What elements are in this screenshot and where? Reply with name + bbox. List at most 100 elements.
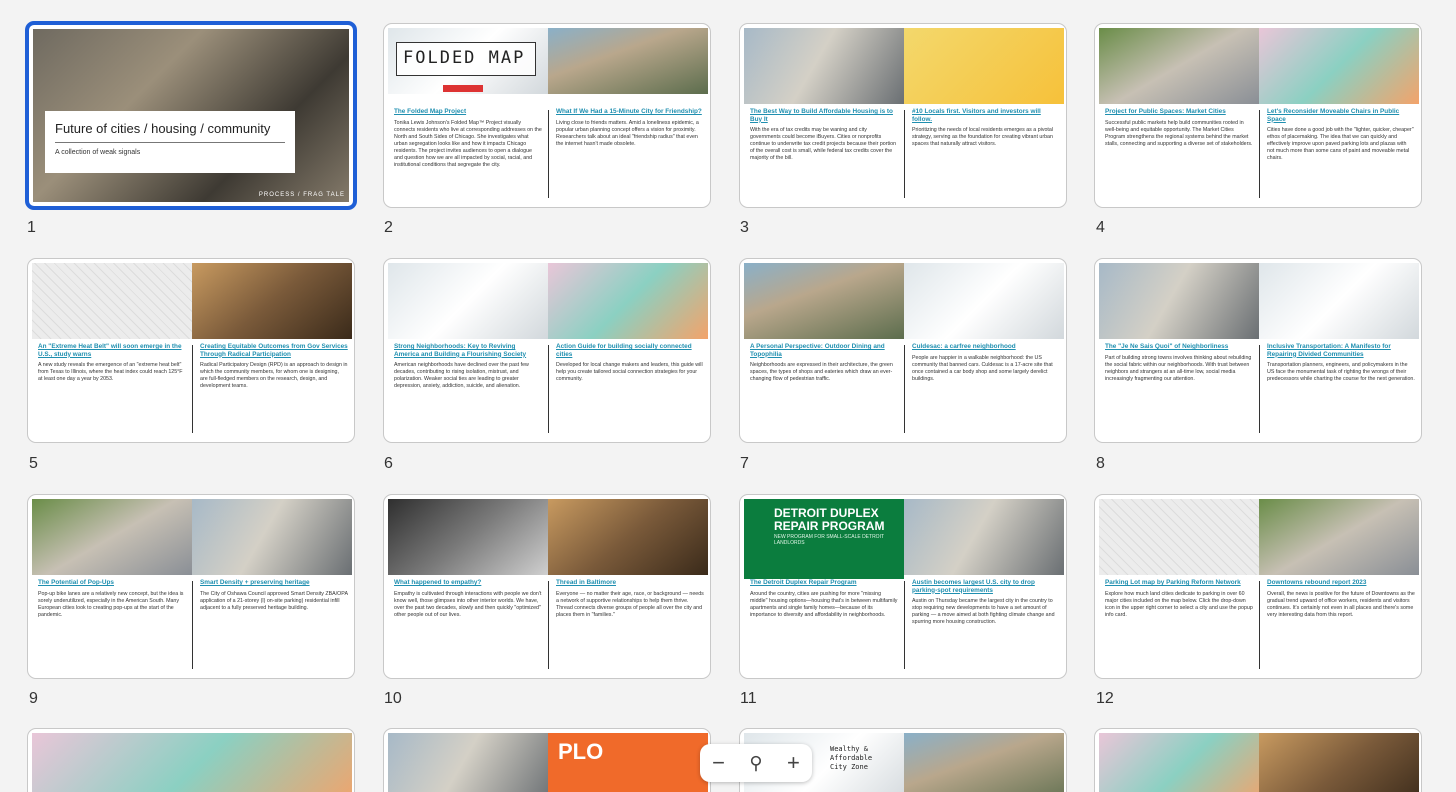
slide-5-right-body: Radical Participatory Design (RPD) is an… [200,362,348,390]
slide-9-right-title[interactable]: Smart Density + preserving heritage [200,579,348,587]
slide-7-image-right [904,263,1064,339]
slide-thumbnail-3[interactable]: The Best Way to Build Affordable Housing… [739,23,1067,208]
slide-thumbnail-14[interactable]: PLO [383,728,711,792]
slide-4-image-left [1099,28,1259,104]
zoom-out-icon[interactable]: − [712,750,725,776]
slide-9-right-body: The City of Oshawa Council approved Smar… [200,590,348,611]
slide-thumbnail-10[interactable]: What happened to empathy? Empathy is cul… [383,494,711,679]
folded-map-banner: FOLDED MAP [396,42,536,92]
slide-number-4: 4 [1096,219,1105,236]
slide-4-right-title[interactable]: Let's Reconsider Moveable Chairs in Publ… [1267,108,1415,123]
slide-5-left-title[interactable]: An "Extreme Heat Belt" will soon emerge … [38,343,186,358]
slide-thumbnail-11[interactable]: DETROIT DUPLEX REPAIR PROGRAM NEW PROGRA… [739,494,1067,679]
slide-3-image-right [904,28,1064,104]
slide-thumbnail-16[interactable] [1094,728,1422,792]
slide-5-left-caption: An "Extreme Heat Belt" will soon emerge … [38,343,186,435]
slide-2-left-body: Tonika Lewis Johnson's Folded Map™ Proje… [394,119,542,168]
slide-2-left-caption: The Folded Map Project Tonika Lewis John… [394,108,542,200]
slide-number-5: 5 [29,455,38,472]
slide-6-chart-image [388,263,548,339]
caption-divider [904,581,905,669]
slide-10-left-title[interactable]: What happened to empathy? [394,579,542,587]
slide-7-right-body: People are happier in a walkable neighbo… [912,354,1053,382]
slide-4-left-body: Successful public markets help build com… [1105,119,1253,147]
slide-9-left-caption: The Potential of Pop-Ups Pop-up bike lan… [38,579,186,671]
slide-2-right-title[interactable]: What If We Had a 15-Minute City for Frie… [556,108,704,116]
slide-11-right-caption: Austin becomes largest U.S. city to drop… [912,579,1060,671]
slide-14-label-fragment: PLO [558,739,604,764]
caption-divider [548,581,549,669]
slide-thumbnail-2[interactable]: FOLDED MAP The Folded Map Project Tonika… [383,23,711,208]
slide-number-8: 8 [1096,455,1105,472]
slide-thumbnail-1[interactable]: Future of cities / housing / community A… [25,21,357,210]
slide-10-right-body: Everyone — no matter their age, race, or… [556,590,704,618]
slide-thumbnail-7[interactable]: A Personal Perspective: Outdoor Dining a… [739,258,1067,443]
slide-11-right-body: Austin on Thursday became the largest ci… [912,598,1055,626]
slide-10-right-caption: Thread in Baltimore Everyone — no matter… [556,579,704,671]
slide-3-left-caption: The Best Way to Build Affordable Housing… [750,108,898,200]
slide-6-right-title[interactable]: Action Guide for building socially conne… [556,343,704,358]
slide-grid: Future of cities / housing / community A… [0,0,1456,792]
zoom-in-icon[interactable]: + [787,750,800,776]
slide-thumbnail-4[interactable]: Project for Public Spaces: Market Cities… [1094,23,1422,208]
slide-number-9: 9 [29,690,38,707]
slide-7-left-caption: A Personal Perspective: Outdoor Dining a… [750,343,898,435]
slide-4-right-body: Cities have done a good job with the "li… [1267,127,1414,162]
slide-5-right-caption: Creating Equitable Outcomes from Gov Ser… [200,343,348,435]
slide-9-left-title[interactable]: The Potential of Pop-Ups [38,579,186,587]
slide-3-left-title[interactable]: The Best Way to Build Affordable Housing… [750,108,898,123]
slide-number-11: 11 [740,690,757,707]
caption-divider [904,345,905,433]
slide-thumbnail-12[interactable]: Parking Lot map by Parking Reform Networ… [1094,494,1422,679]
slide-12-right-title[interactable]: Downtowns rebound report 2023 [1267,579,1415,587]
slide-7-left-title[interactable]: A Personal Perspective: Outdoor Dining a… [750,343,898,358]
slide-3-right-caption: #10 Locals first. Visitors and investors… [912,108,1060,200]
slide-thumbnail-9[interactable]: The Potential of Pop-Ups Pop-up bike lan… [27,494,355,679]
slide-8-right-title[interactable]: Inclusive Transportation: A Manifesto fo… [1267,343,1415,358]
slide-1-credit: PROCESS / FRAG TALE [258,192,345,198]
slide-thumbnail-6[interactable]: Strong Neighborhoods: Key to Reviving Am… [383,258,711,443]
slide-6-left-caption: Strong Neighborhoods: Key to Reviving Am… [394,343,542,435]
slide-15-zone-label: Wealthy & Affordable City Zone [830,745,873,772]
slide-4-right-caption: Let's Reconsider Moveable Chairs in Publ… [1267,108,1415,200]
slide-5-right-title[interactable]: Creating Equitable Outcomes from Gov Ser… [200,343,348,358]
slide-10-left-caption: What happened to empathy? Empathy is cul… [394,579,542,671]
slide-10-right-title[interactable]: Thread in Baltimore [556,579,704,587]
slide-12-parking-map [1099,499,1259,575]
slide-thumbnail-8[interactable]: The "Je Ne Sais Quoi" of Neighborliness … [1094,258,1422,443]
slide-14-image-right: PLO [548,733,708,792]
slide-11-right-title[interactable]: Austin becomes largest U.S. city to drop… [912,579,1060,594]
slide-3-right-title[interactable]: #10 Locals first. Visitors and investors… [912,108,1060,123]
slide-12-left-title[interactable]: Parking Lot map by Parking Reform Networ… [1105,579,1253,587]
detroit-banner-subtitle: NEW PROGRAM FOR SMALL-SCALE DETROIT LAND… [774,534,884,547]
slide-10-left-body: Empathy is cultivated through interactio… [394,590,542,618]
slide-15-image-right [904,733,1064,792]
folded-map-banner-text: FOLDED MAP [403,48,526,68]
slide-6-left-body: American neighborhoods have declined ove… [394,362,529,390]
slide-16-image-left [1099,733,1259,792]
slide-3-right-body: Prioritizing the needs of local resident… [912,127,1054,148]
slide-7-right-caption: Culdesac: a carfree neighborhood People … [912,343,1060,435]
slide-6-left-title[interactable]: Strong Neighborhoods: Key to Reviving Am… [394,343,542,358]
slide-7-right-title[interactable]: Culdesac: a carfree neighborhood [912,343,1060,351]
slide-11-left-title[interactable]: The Detroit Duplex Repair Program [750,579,898,587]
slide-11-image-right [904,499,1064,575]
slide-thumbnail-5[interactable]: An "Extreme Heat Belt" will soon emerge … [27,258,355,443]
slide-8-right-caption: Inclusive Transportation: A Manifesto fo… [1267,343,1415,435]
zoom-control: − ⚲ + [700,744,812,782]
zoom-reset-icon[interactable]: ⚲ [749,753,762,774]
slide-12-left-caption: Parking Lot map by Parking Reform Networ… [1105,579,1253,671]
slide-number-1: 1 [27,219,36,236]
slide-2-image-left: FOLDED MAP [388,28,548,94]
slide-number-6: 6 [384,455,393,472]
slide-2-right-caption: What If We Had a 15-Minute City for Frie… [556,108,704,200]
slide-4-left-title[interactable]: Project for Public Spaces: Market Cities [1105,108,1253,116]
slide-5-image-right [192,263,352,339]
slide-9-image-left [32,499,192,575]
slide-8-left-title[interactable]: The "Je Ne Sais Quoi" of Neighborliness [1105,343,1253,351]
slide-number-3: 3 [740,219,749,236]
slide-number-12: 12 [1096,690,1114,707]
slide-thumbnail-13[interactable] [27,728,355,792]
title-rule [55,142,285,143]
slide-2-left-title[interactable]: The Folded Map Project [394,108,542,116]
